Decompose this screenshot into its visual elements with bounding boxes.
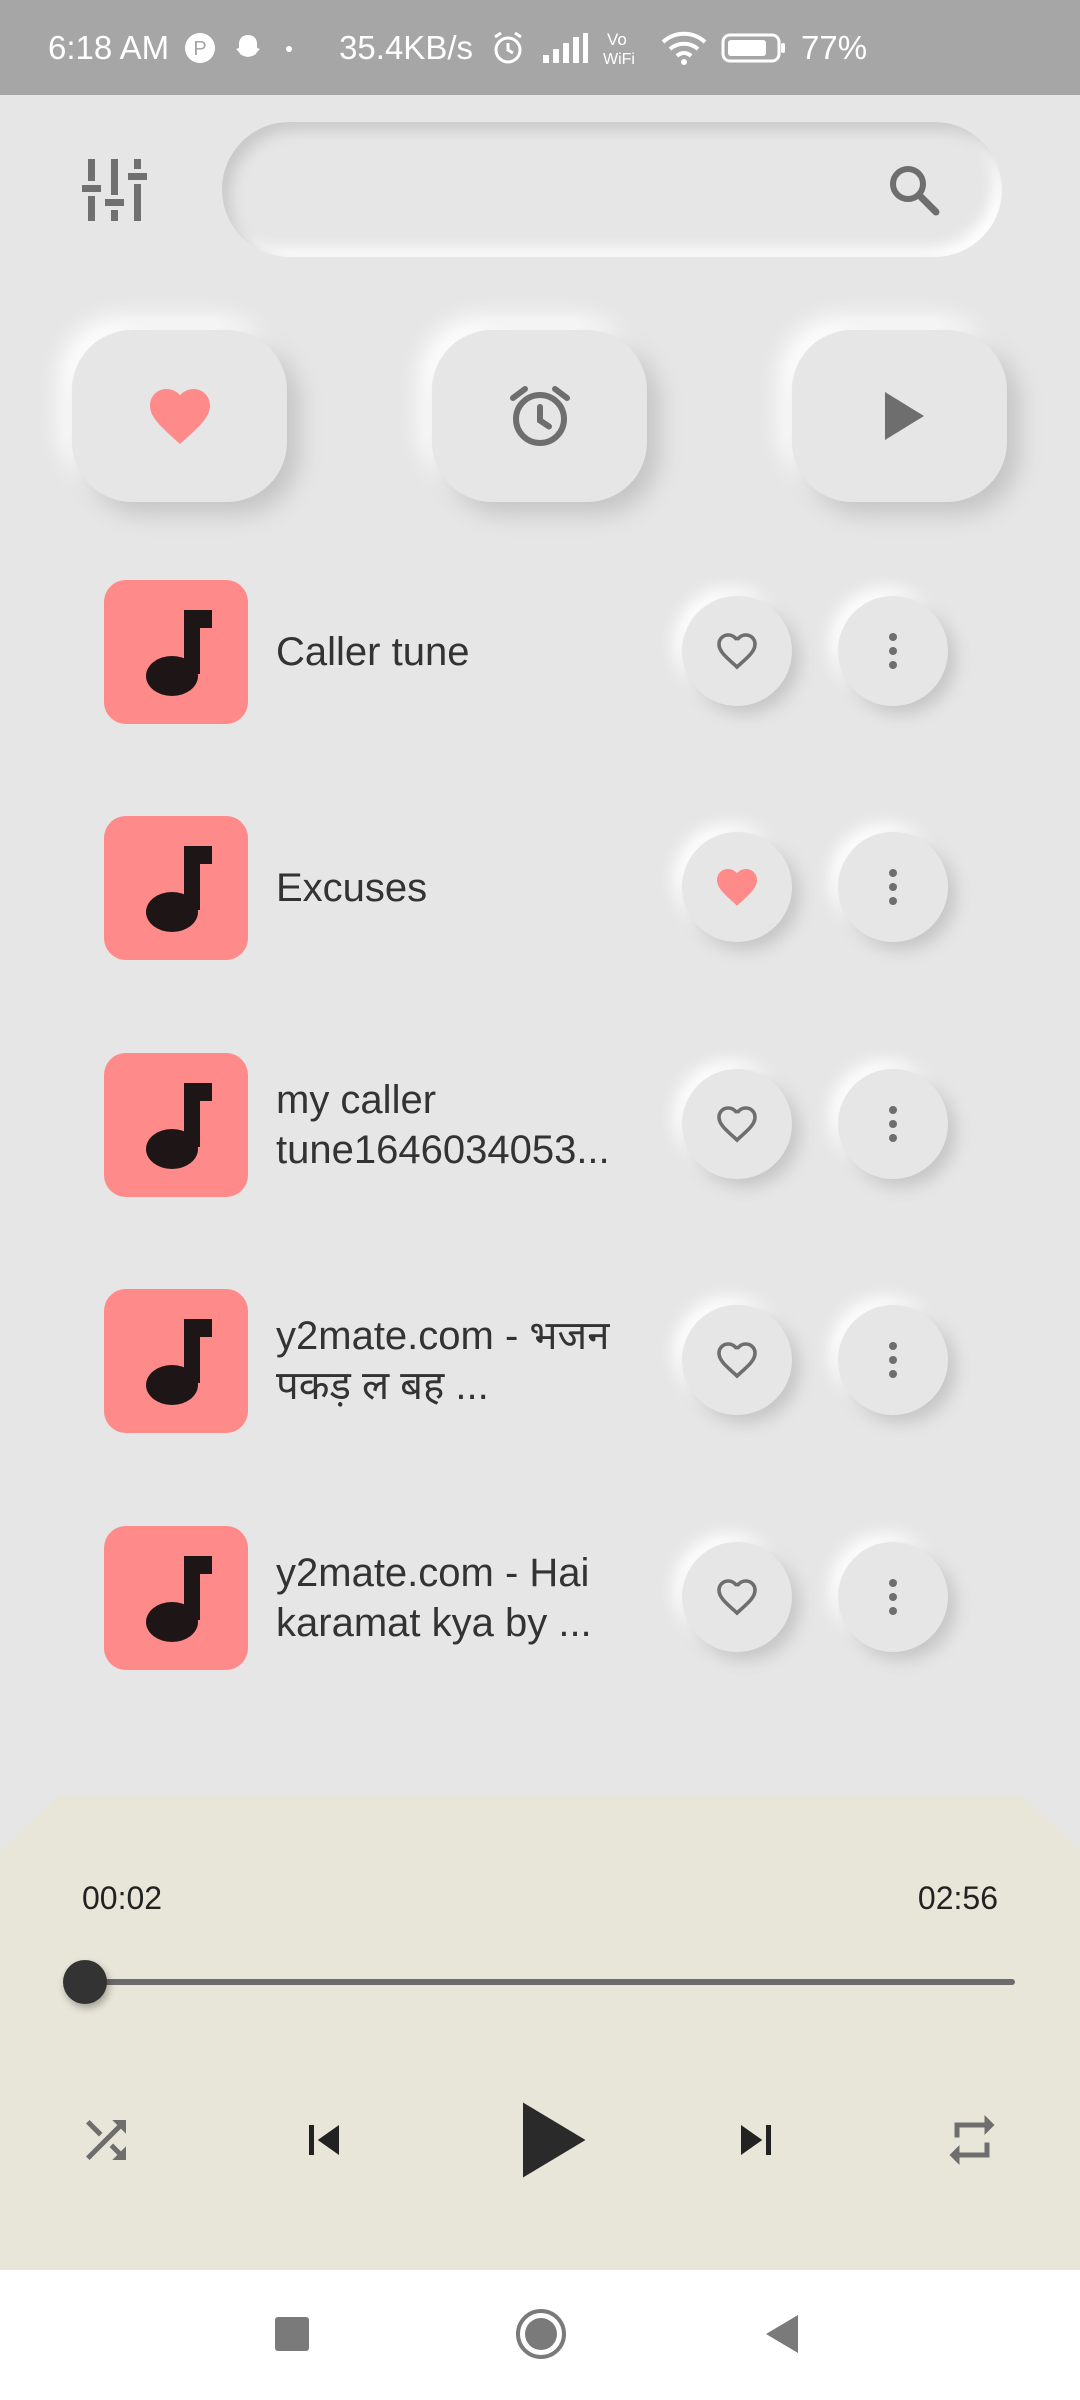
snapchat-icon	[231, 31, 265, 65]
seek-bar[interactable]	[63, 1960, 1015, 2004]
music-note-icon	[146, 846, 212, 932]
song-thumbnail	[104, 580, 248, 724]
more-options-button[interactable]	[838, 1305, 948, 1415]
recents-button[interactable]	[273, 2305, 313, 2370]
skip-next-icon	[741, 2125, 771, 2155]
favorite-toggle[interactable]	[682, 1069, 792, 1179]
home-button[interactable]	[514, 2305, 568, 2370]
play-all-button[interactable]	[792, 330, 1007, 502]
repeat-button[interactable]	[942, 2110, 1002, 2170]
song-title: Caller tune	[276, 630, 470, 674]
current-time: 00:02	[82, 1880, 163, 1916]
square-icon	[275, 2317, 309, 2351]
back-button[interactable]	[762, 2305, 802, 2370]
battery-level: 77%	[801, 28, 868, 66]
more-vert-icon	[889, 1106, 897, 1142]
favorite-toggle[interactable]	[682, 596, 792, 706]
favorite-toggle[interactable]	[682, 832, 792, 942]
heart-outline-icon	[717, 633, 757, 670]
skip-previous-icon	[309, 2125, 339, 2155]
home-circle-icon	[516, 2309, 566, 2359]
more-options-button[interactable]	[838, 832, 948, 942]
more-vert-icon	[889, 1579, 897, 1615]
more-vert-icon	[889, 633, 897, 669]
song-title: my caller tune1646034053...	[276, 1078, 610, 1172]
sleep-timer-button[interactable]	[432, 330, 647, 502]
app-notification-icon: P	[183, 31, 217, 65]
song-title: y2mate.com - Hai karamat kya by ...	[276, 1551, 592, 1645]
favorite-toggle[interactable]	[682, 1305, 792, 1415]
vowifi-icon: Vo WiFi	[603, 28, 647, 68]
search-bar[interactable]	[222, 122, 1002, 257]
status-bar: 6:18 AM P 35.4KB/s Vo WiFi 77%	[0, 0, 1080, 95]
heart-outline-icon	[717, 1106, 757, 1143]
network-speed: 35.4KB/s	[339, 28, 473, 66]
shuffle-icon	[86, 2120, 126, 2160]
song-thumbnail	[104, 1526, 248, 1670]
svg-text:WiFi: WiFi	[603, 51, 635, 68]
repeat-icon	[949, 2115, 995, 2165]
favorite-toggle[interactable]	[682, 1542, 792, 1652]
svg-text:Vo: Vo	[607, 30, 627, 49]
equalizer-icon	[82, 159, 147, 221]
search-icon[interactable]	[886, 162, 942, 218]
play-icon	[884, 392, 924, 440]
heart-filled-icon	[717, 869, 757, 906]
more-options-button[interactable]	[838, 1069, 948, 1179]
heart-outline-icon	[717, 1342, 757, 1379]
total-time: 02:56	[917, 1880, 998, 1916]
song-item[interactable]: Excuses	[0, 816, 1080, 966]
song-item[interactable]: y2mate.com - Hai karamat kya by ...	[0, 1526, 1080, 1676]
more-vert-icon	[889, 1342, 897, 1378]
wifi-icon	[661, 30, 707, 66]
song-thumbnail	[104, 1053, 248, 1197]
alarm-icon	[489, 29, 527, 67]
play-pause-button[interactable]	[498, 2090, 598, 2190]
shuffle-button[interactable]	[76, 2110, 136, 2170]
song-title: Excuses	[276, 866, 428, 910]
player-panel: 00:02 02:56	[0, 1795, 1080, 2270]
previous-button[interactable]	[294, 2110, 354, 2170]
status-time: 6:18 AM	[48, 28, 170, 66]
music-note-icon	[146, 1556, 212, 1642]
song-thumbnail	[104, 816, 248, 960]
back-triangle-icon	[766, 2315, 798, 2353]
equalizer-button[interactable]	[80, 155, 150, 225]
more-options-button[interactable]	[838, 1542, 948, 1652]
svg-text:P: P	[193, 38, 206, 60]
more-options-button[interactable]	[838, 596, 948, 706]
seek-thumb[interactable]	[63, 1960, 108, 2004]
song-title: y2mate.com - भजन पकड़ ल बह ...	[276, 1314, 610, 1408]
battery-icon	[721, 32, 787, 64]
favorites-button[interactable]	[72, 330, 287, 502]
heart-icon	[149, 389, 210, 445]
play-icon	[523, 2102, 586, 2178]
more-vert-icon	[889, 869, 897, 905]
song-item[interactable]: Caller tune	[0, 580, 1080, 730]
navigation-bar	[0, 2270, 1080, 2400]
search-input[interactable]	[272, 167, 886, 212]
song-thumbnail	[104, 1289, 248, 1433]
music-note-icon	[146, 1083, 212, 1169]
music-note-icon	[146, 1319, 212, 1405]
next-button[interactable]	[726, 2110, 786, 2170]
signal-icon	[541, 31, 589, 65]
music-note-icon	[146, 610, 212, 696]
song-item[interactable]: my caller tune1646034053...	[0, 1053, 1080, 1203]
song-item[interactable]: y2mate.com - भजन पकड़ ल बह ...	[0, 1289, 1080, 1439]
heart-outline-icon	[717, 1579, 757, 1616]
alarm-clock-icon	[509, 386, 570, 446]
dot-icon	[279, 31, 299, 65]
